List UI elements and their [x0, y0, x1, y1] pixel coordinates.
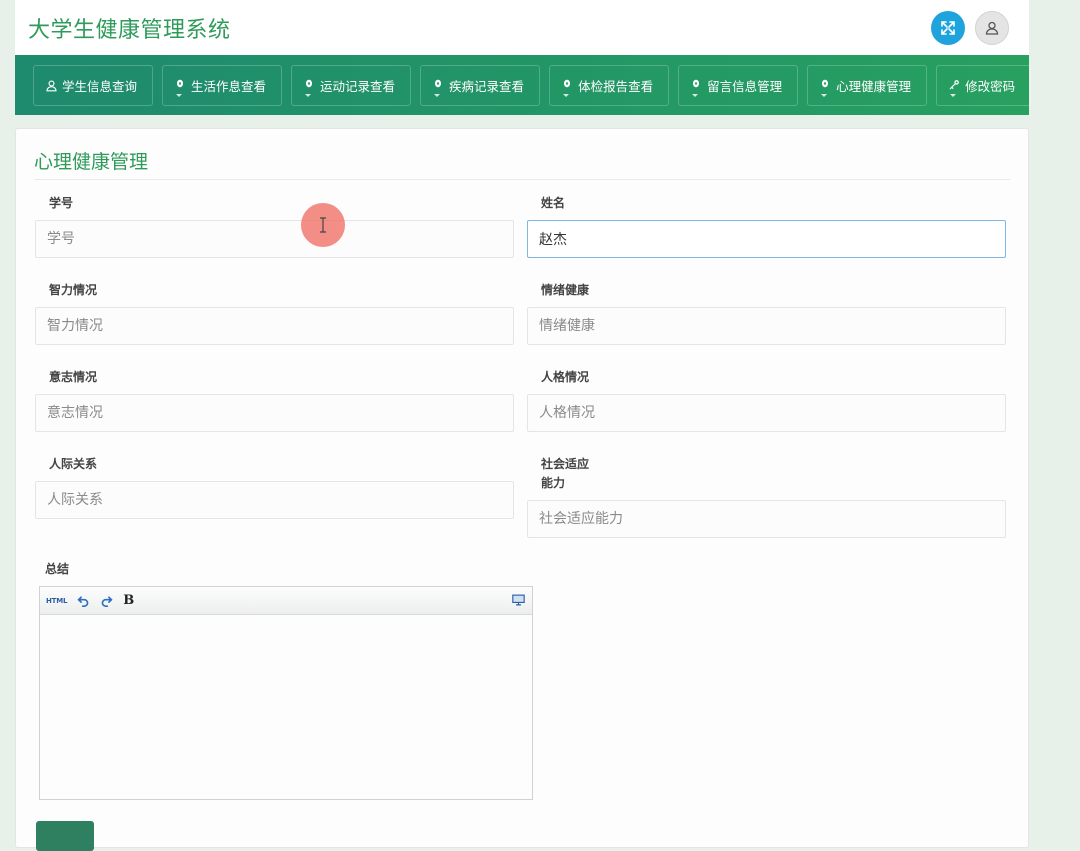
leaf-icon: [431, 78, 445, 92]
header-actions: [931, 10, 1009, 45]
summary-editor: HTML B: [39, 586, 533, 800]
nav-item-exercise[interactable]: 运动记录查看: [291, 64, 412, 106]
expand-icon: [941, 20, 955, 35]
fullscreen-button[interactable]: [931, 10, 965, 45]
social-label-line1: 社会适应: [541, 457, 590, 471]
emotion-label: 情绪健康: [541, 283, 590, 297]
undo-button[interactable]: [77, 594, 90, 607]
will-input[interactable]: [35, 394, 514, 432]
main-nav: 学生信息查询 生活作息查看 运动记录查看 疾病记录查看 体检报告查看 留言信息管…: [15, 55, 1032, 115]
caret-down-icon: [821, 93, 828, 97]
user-menu-button[interactable]: [975, 10, 1009, 45]
editor-toolbar: HTML B: [40, 587, 532, 615]
site-title: 大学生健康管理系统: [28, 17, 231, 43]
caret-down-icon: [176, 93, 183, 97]
panel-title: 心理健康管理: [34, 151, 149, 173]
will-label: 意志情况: [49, 370, 98, 384]
student-id-input[interactable]: [35, 220, 514, 258]
page: 大学生健康管理系统 学生信息查询 生活作息查看 运动记录查看 疾病记录查看 体检…: [15, 0, 1032, 851]
name-label: 姓名: [541, 196, 566, 210]
leaf-icon: [302, 78, 316, 92]
submit-button[interactable]: [36, 821, 94, 851]
nav-item-label: 心理健康管理: [836, 78, 912, 94]
panel-divider: [34, 179, 1010, 180]
top-header: 大学生健康管理系统: [15, 0, 1029, 55]
leaf-icon: [818, 78, 832, 92]
social-label-line2: 能力: [541, 476, 566, 490]
caret-down-icon: [692, 93, 699, 97]
user-icon: [44, 78, 58, 92]
undo-icon: [77, 596, 89, 607]
nav-item-change-password[interactable]: 修改密码: [936, 64, 1032, 106]
nav-item-mental-health[interactable]: 心理健康管理: [807, 64, 928, 106]
cursor-indicator: [301, 203, 345, 247]
personality-input[interactable]: [527, 394, 1006, 432]
bold-button[interactable]: B: [123, 593, 134, 608]
text-cursor-icon: [320, 217, 326, 233]
user-icon: [985, 21, 999, 35]
form-panel: 心理健康管理 学号 姓名 智力情况 情绪健康 意志情况 人格情况 人际关系 社会…: [15, 128, 1029, 851]
redo-icon: [101, 596, 113, 607]
nav-item-label: 疾病记录查看: [449, 78, 525, 94]
caret-down-icon: [563, 93, 570, 97]
emotion-input[interactable]: [527, 307, 1006, 345]
leaf-icon: [689, 78, 703, 92]
intelligence-input[interactable]: [35, 307, 514, 345]
nav-item-routine[interactable]: 生活作息查看: [162, 64, 283, 106]
relations-label: 人际关系: [49, 457, 98, 471]
nav-item-label: 修改密码: [965, 78, 1016, 94]
nav-item-label: 生活作息查看: [191, 78, 267, 94]
social-input[interactable]: [527, 500, 1006, 538]
leaf-icon: [560, 78, 574, 92]
key-icon: [947, 78, 961, 92]
caret-down-icon: [434, 93, 441, 97]
relations-input[interactable]: [35, 481, 514, 519]
nav-item-messages[interactable]: 留言信息管理: [678, 64, 799, 106]
caret-down-icon: [950, 93, 957, 97]
nav-item-checkup[interactable]: 体检报告查看: [549, 64, 670, 106]
nav-item-label: 学生信息查询: [62, 78, 138, 94]
summary-label: 总结: [45, 562, 70, 576]
student-id-label: 学号: [49, 196, 74, 210]
html-source-button[interactable]: HTML: [46, 597, 67, 605]
nav-item-student-info[interactable]: 学生信息查询: [33, 64, 154, 106]
redo-button[interactable]: [100, 594, 113, 607]
nav-item-disease[interactable]: 疾病记录查看: [420, 64, 541, 106]
monitor-icon: [512, 594, 525, 606]
nav-item-label: 体检报告查看: [578, 78, 654, 94]
fullscreen-editor-button[interactable]: [512, 594, 525, 606]
name-input[interactable]: [527, 220, 1006, 258]
leaf-icon: [173, 78, 187, 92]
nav-item-label: 运动记录查看: [320, 78, 396, 94]
nav-item-label: 留言信息管理: [707, 78, 783, 94]
caret-down-icon: [305, 93, 312, 97]
editor-content-area[interactable]: [40, 615, 532, 799]
intelligence-label: 智力情况: [49, 283, 98, 297]
personality-label: 人格情况: [541, 370, 590, 384]
